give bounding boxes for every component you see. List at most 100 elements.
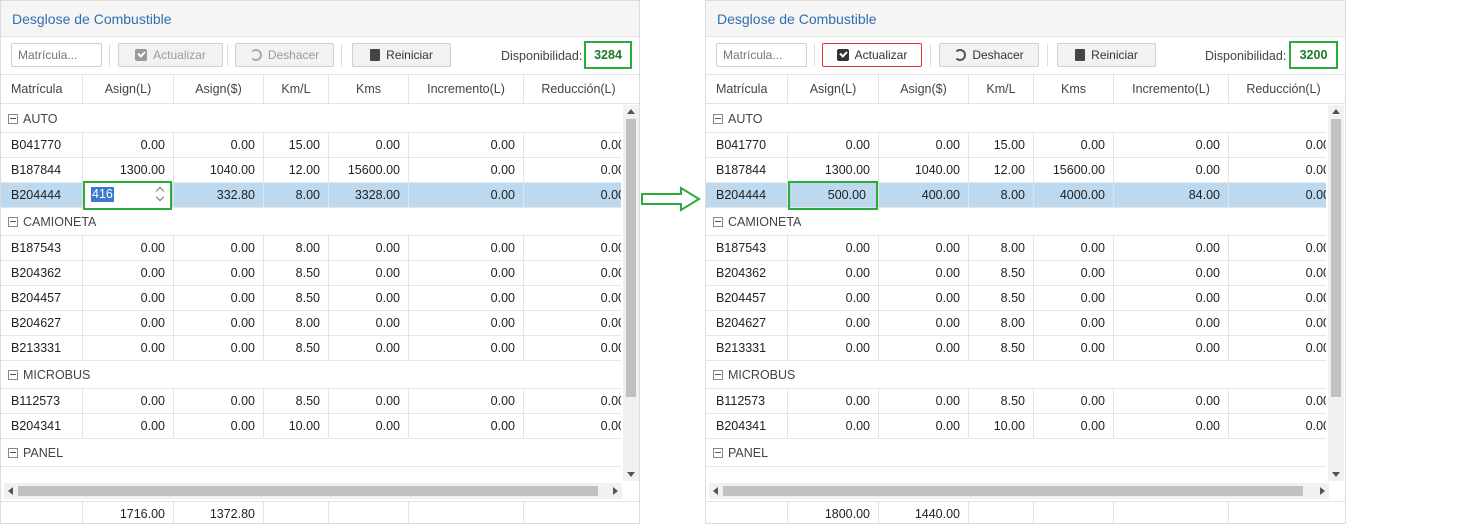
scroll-thumb[interactable] bbox=[18, 486, 598, 496]
arrow-up-icon[interactable] bbox=[627, 109, 635, 114]
group-row[interactable]: MICROBUS bbox=[1, 361, 621, 389]
column-header[interactable]: Matrícula bbox=[1, 75, 82, 103]
actualizar-button[interactable]: Actualizar bbox=[822, 43, 922, 67]
column-header[interactable]: Km/L bbox=[968, 75, 1033, 103]
group-row[interactable]: PANEL bbox=[706, 439, 1326, 467]
collapse-icon[interactable] bbox=[8, 217, 18, 227]
column-header[interactable]: Reducción(L) bbox=[523, 75, 633, 103]
arrow-left-icon[interactable] bbox=[8, 487, 13, 495]
group-label: CAMIONETA bbox=[728, 215, 802, 229]
table-row[interactable]: B187844 1300.00 1040.00 12.00 15600.00 0.00 0.… bbox=[706, 158, 1326, 183]
table-cell: B041770 bbox=[716, 138, 767, 152]
group-row[interactable]: PANEL bbox=[1, 439, 621, 467]
column-header[interactable]: Matrícula bbox=[706, 75, 787, 103]
arrow-down-icon[interactable] bbox=[627, 472, 635, 477]
actualizar-button[interactable]: Actualizar bbox=[118, 43, 223, 67]
horizontal-scrollbar[interactable] bbox=[709, 483, 1329, 499]
table-cell: 0.00 bbox=[878, 336, 968, 360]
column-header[interactable]: Kms bbox=[328, 75, 408, 103]
reiniciar-button[interactable]: Reiniciar bbox=[352, 43, 451, 67]
group-row[interactable]: AUTO bbox=[706, 105, 1326, 133]
collapse-icon[interactable] bbox=[713, 217, 723, 227]
column-header[interactable]: Asign(L) bbox=[787, 75, 878, 103]
collapse-icon[interactable] bbox=[8, 370, 18, 380]
column-header[interactable]: Kms bbox=[1033, 75, 1113, 103]
collapse-icon[interactable] bbox=[8, 114, 18, 124]
group-row[interactable]: CAMIONETA bbox=[706, 208, 1326, 236]
table-row[interactable]: B2044570.000.008.500.000.000.00 bbox=[706, 286, 1326, 311]
table-row[interactable]: B2044570.000.008.500.000.000.00 bbox=[1, 286, 621, 311]
table-row[interactable]: B1125730.000.008.500.000.000.00 bbox=[706, 389, 1326, 414]
column-header[interactable]: Reducción(L) bbox=[1228, 75, 1338, 103]
table-cell: 0.00 bbox=[787, 336, 878, 360]
horizontal-scrollbar[interactable] bbox=[4, 483, 622, 499]
table-row[interactable]: B2046270.000.008.000.000.000.00 bbox=[706, 311, 1326, 336]
toolbar-divider bbox=[1047, 44, 1048, 66]
group-row[interactable]: CAMIONETA bbox=[1, 208, 621, 236]
table-row[interactable]: B2133310.000.008.500.000.000.00 bbox=[706, 336, 1326, 361]
asign-l-editor[interactable]: 416 bbox=[83, 181, 172, 210]
grid-header: Matrícula Asign(L) Asign($) Km/L Kms Incremen… bbox=[1, 74, 639, 104]
table-row[interactable]: B2043620.000.008.500.000.000.00 bbox=[1, 261, 621, 286]
collapse-icon[interactable] bbox=[713, 448, 723, 458]
table-cell: 0.00 bbox=[82, 336, 173, 360]
table-row[interactable]: B1125730.000.008.500.000.000.00 bbox=[1, 389, 621, 414]
table-cell: 0.00 bbox=[1228, 133, 1326, 157]
scroll-thumb[interactable] bbox=[626, 119, 636, 397]
arrow-left-icon[interactable] bbox=[713, 487, 718, 495]
column-header[interactable]: Incremento(L) bbox=[1113, 75, 1228, 103]
table-cell: 0.00 bbox=[1033, 286, 1113, 310]
column-header[interactable]: Asign(L) bbox=[82, 75, 173, 103]
total-cell bbox=[968, 502, 1033, 523]
reiniciar-button[interactable]: Reiniciar bbox=[1057, 43, 1156, 67]
column-header[interactable]: Incremento(L) bbox=[408, 75, 523, 103]
group-row[interactable]: MICROBUS bbox=[706, 361, 1326, 389]
asign-l-edited-cell[interactable]: 500.00 bbox=[788, 181, 878, 210]
table-row[interactable]: B2043410.000.0010.000.000.000.00 bbox=[706, 414, 1326, 439]
actualizar-label: Actualizar bbox=[854, 48, 908, 62]
table-cell: 0.00 bbox=[82, 133, 173, 157]
table-cell: B041770 bbox=[11, 138, 62, 152]
table-cell: 8.00 bbox=[968, 183, 1033, 207]
arrow-up-icon[interactable] bbox=[1332, 109, 1340, 114]
table-row[interactable]: B2133310.000.008.500.000.000.00 bbox=[1, 336, 621, 361]
column-header[interactable]: Asign($) bbox=[878, 75, 968, 103]
total-cell bbox=[263, 502, 328, 523]
vertical-scrollbar[interactable] bbox=[623, 105, 639, 481]
table-row[interactable]: B0417700.000.0015.000.000.000.00 bbox=[1, 133, 621, 158]
deshacer-button[interactable]: Deshacer bbox=[235, 43, 334, 67]
table-cell: B187543 bbox=[11, 241, 62, 255]
editing-value[interactable]: 416 bbox=[91, 187, 114, 202]
column-header[interactable]: Asign($) bbox=[173, 75, 263, 103]
table-cell: 0.00 bbox=[1228, 158, 1326, 182]
deshacer-button[interactable]: Deshacer bbox=[939, 43, 1039, 67]
table-cell: 8.50 bbox=[263, 336, 328, 360]
spinner-icon[interactable] bbox=[156, 186, 166, 202]
total-cell: 1800.00 bbox=[787, 502, 878, 523]
table-row[interactable]: B2043410.000.0010.000.000.000.00 bbox=[1, 414, 621, 439]
arrow-down-icon[interactable] bbox=[1332, 472, 1340, 477]
scroll-thumb[interactable] bbox=[723, 486, 1303, 496]
table-row[interactable]: B2046270.000.008.000.000.000.00 bbox=[1, 311, 621, 336]
search-input[interactable]: Matrícula... bbox=[716, 43, 807, 67]
search-input[interactable]: Matrícula... bbox=[11, 43, 102, 67]
collapse-icon[interactable] bbox=[8, 448, 18, 458]
table-cell: 0.00 bbox=[1228, 261, 1326, 285]
scroll-thumb[interactable] bbox=[1331, 119, 1341, 397]
table-row[interactable]: B2043620.000.008.500.000.000.00 bbox=[706, 261, 1326, 286]
arrow-right-icon[interactable] bbox=[613, 487, 618, 495]
arrow-right-icon[interactable] bbox=[1320, 487, 1325, 495]
table-row[interactable]: B1875430.000.008.000.000.000.00 bbox=[1, 236, 621, 261]
column-header[interactable]: Km/L bbox=[263, 75, 328, 103]
vertical-scrollbar[interactable] bbox=[1328, 105, 1344, 481]
collapse-icon[interactable] bbox=[713, 370, 723, 380]
table-cell: 84.00 bbox=[1113, 183, 1228, 207]
table-row[interactable]: B1875430.000.008.000.000.000.00 bbox=[706, 236, 1326, 261]
collapse-icon[interactable] bbox=[713, 114, 723, 124]
table-cell: B204627 bbox=[11, 316, 62, 330]
table-cell: 0.00 bbox=[173, 261, 263, 285]
table-row[interactable]: B0417700.000.0015.000.000.000.00 bbox=[706, 133, 1326, 158]
table-row[interactable]: B187844 1300.00 1040.00 12.00 15600.00 0.00 0.… bbox=[1, 158, 621, 183]
reiniciar-label: Reiniciar bbox=[386, 48, 433, 62]
group-row[interactable]: AUTO bbox=[1, 105, 621, 133]
